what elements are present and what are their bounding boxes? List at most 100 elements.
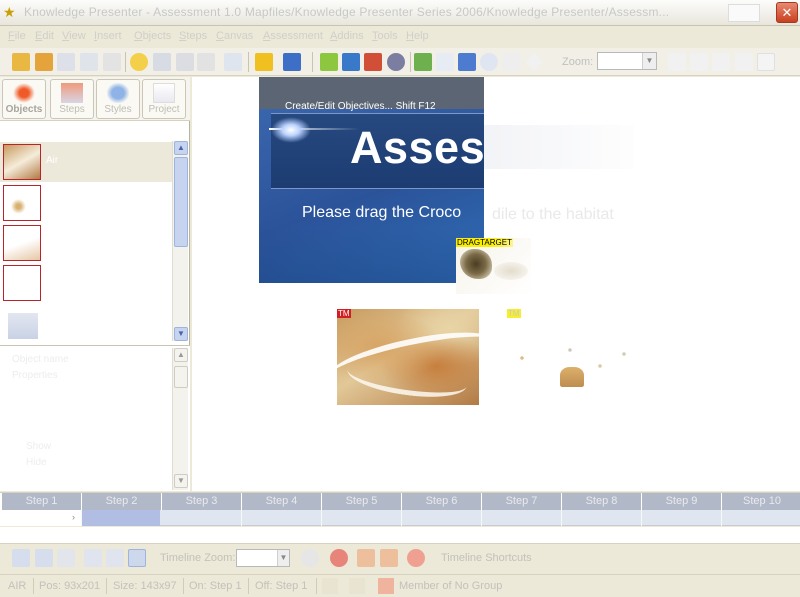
list-item[interactable]: Air (0, 142, 172, 182)
menu-addins[interactable]: Addins (330, 30, 364, 42)
tab-project[interactable]: Project (142, 79, 186, 119)
group-icon[interactable] (378, 578, 394, 594)
menu-canvas[interactable]: Canvas (216, 30, 253, 42)
open-project-icon[interactable] (35, 53, 53, 71)
menu-assessment[interactable]: Assessment (263, 30, 323, 42)
book-icon[interactable] (342, 53, 360, 71)
scroll-up-arrow[interactable]: ▲ (174, 348, 188, 362)
timeline-shortcuts-menu[interactable]: Timeline Shortcuts (441, 552, 532, 564)
step-track-cell[interactable] (322, 510, 402, 526)
arrange-icon[interactable] (283, 53, 301, 71)
align-icon[interactable] (255, 53, 273, 71)
tab-steps[interactable]: Steps (50, 79, 94, 119)
microphone-icon[interactable] (735, 53, 753, 71)
settings-icon[interactable] (197, 53, 215, 71)
step-header[interactable]: Step 2 (82, 493, 162, 510)
step-track-cell[interactable] (162, 510, 242, 526)
step-track-cell[interactable] (242, 510, 322, 526)
new-project-icon[interactable] (12, 53, 30, 71)
timeline-zoom-dropdown[interactable]: ▼ (236, 549, 290, 567)
sand-image-object[interactable] (560, 367, 584, 387)
scroll-down-arrow[interactable]: ▼ (174, 327, 188, 341)
step-header[interactable]: Step 4 (242, 493, 322, 510)
menu-edit[interactable]: Edit (35, 30, 54, 42)
editing-canvas[interactable]: Create/Edit Objectives... Shift F12 Asse… (192, 77, 800, 491)
insert-step-icon[interactable] (357, 549, 375, 567)
step-track-cell[interactable] (562, 510, 642, 526)
step-header[interactable]: Step 10 (722, 493, 800, 510)
current-step-cell[interactable] (82, 510, 160, 526)
new-page-icon[interactable] (57, 53, 75, 71)
menu-help[interactable]: Help (406, 30, 429, 42)
copy-icon[interactable] (153, 53, 171, 71)
properties-scrollbar[interactable]: ▲ ▼ (172, 348, 188, 490)
step-header[interactable]: Step 5 (322, 493, 402, 510)
menu-tools[interactable]: Tools (372, 30, 398, 42)
lock-icon[interactable] (349, 578, 365, 594)
rewind-icon[interactable] (12, 549, 30, 567)
comment-icon[interactable] (668, 53, 686, 71)
chevron-down-icon[interactable]: ▼ (277, 550, 289, 566)
gear-icon[interactable] (301, 549, 319, 567)
close-window-button[interactable]: ✕ (776, 2, 798, 23)
layer-icon[interactable] (322, 578, 338, 594)
zoom-dropdown[interactable]: ▼ (597, 52, 657, 70)
settings-icon[interactable] (57, 549, 75, 567)
tab-styles[interactable]: Styles (96, 79, 140, 119)
step-track-cell[interactable] (402, 510, 482, 526)
object-list-scrollbar[interactable]: ▲ ▼ (172, 141, 188, 341)
step-header[interactable]: Step 6 (402, 493, 482, 510)
chevron-down-icon[interactable]: ▼ (642, 53, 656, 69)
menu-insert[interactable]: Insert (94, 30, 122, 42)
list-item[interactable] (0, 223, 172, 263)
step-track[interactable]: › (2, 510, 800, 526)
step-header[interactable]: Step 8 (562, 493, 642, 510)
eraser-icon[interactable] (712, 53, 730, 71)
preview-icon[interactable] (224, 53, 242, 71)
instructions-text[interactable]: Please drag the Croco (302, 204, 461, 222)
globe-icon[interactable] (480, 53, 498, 71)
menu-objects[interactable]: Objects (134, 30, 171, 42)
snap-all-icon[interactable] (106, 549, 124, 567)
scroll-up-arrow[interactable]: ▲ (174, 141, 188, 155)
save-icon[interactable] (80, 53, 98, 71)
steps-tool-icon[interactable] (176, 53, 194, 71)
fast-forward-icon[interactable] (35, 549, 53, 567)
delete-step-icon[interactable] (380, 549, 398, 567)
step-track-cell[interactable] (482, 510, 562, 526)
properties-icon[interactable] (103, 53, 121, 71)
check-icon[interactable] (414, 53, 432, 71)
vertical-resize-icon[interactable] (502, 53, 520, 71)
list-item[interactable] (0, 263, 172, 303)
step-header[interactable]: Step 1 (2, 493, 82, 510)
media-icon[interactable] (364, 53, 382, 71)
timer-icon[interactable] (330, 549, 348, 567)
slide-background[interactable]: Create/Edit Objectives... Shift F12 Asse… (259, 77, 484, 283)
screen-icon[interactable] (458, 53, 476, 71)
snap-icon[interactable] (84, 549, 102, 567)
step-header[interactable]: Step 9 (642, 493, 722, 510)
link-icon[interactable] (387, 53, 405, 71)
pin-icon[interactable] (690, 53, 708, 71)
habitat-image-object[interactable] (337, 309, 479, 405)
tab-objects[interactable]: Objects (2, 79, 46, 119)
step-track-cell[interactable] (2, 510, 82, 526)
slide-heading[interactable]: Asses (350, 122, 484, 174)
step-header[interactable]: Step 3 (162, 493, 242, 510)
scroll-thumb[interactable] (174, 157, 188, 247)
menu-view[interactable]: View (62, 30, 86, 42)
blank-icon[interactable] (757, 53, 775, 71)
menu-file[interactable]: File (8, 30, 26, 42)
refresh-icon[interactable] (407, 549, 425, 567)
step-header[interactable]: Step 7 (482, 493, 562, 510)
scroll-thumb[interactable] (174, 366, 188, 388)
drag-target-object[interactable]: DRAGTARGET (456, 238, 531, 294)
document-icon[interactable] (436, 53, 454, 71)
scroll-down-arrow[interactable]: ▼ (174, 474, 188, 488)
add-object-icon[interactable] (320, 53, 338, 71)
list-item[interactable] (0, 183, 172, 223)
star-icon[interactable] (130, 53, 148, 71)
auto-arrange-icon[interactable] (128, 549, 146, 567)
diamond-icon[interactable] (525, 53, 543, 71)
menu-steps[interactable]: Steps (179, 30, 207, 42)
